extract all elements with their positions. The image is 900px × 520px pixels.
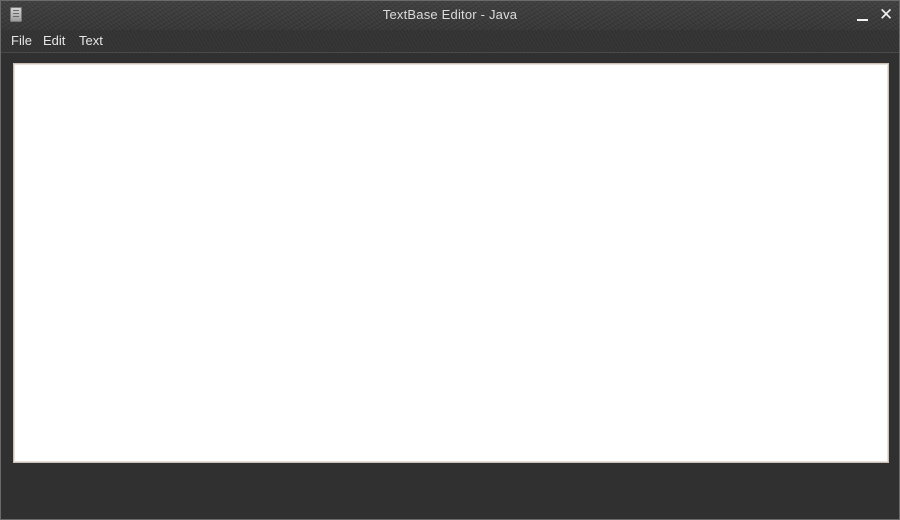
title-bar[interactable]: TextBase Editor - Java ✕ [1, 1, 899, 30]
window-title: TextBase Editor - Java [382, 7, 518, 22]
menu-edit[interactable]: Edit [43, 33, 65, 48]
text-editor-area[interactable] [16, 66, 886, 460]
menu-text[interactable]: Text [79, 33, 103, 48]
menu-file[interactable]: File [11, 33, 32, 48]
close-icon: ✕ [879, 5, 894, 25]
minimize-button[interactable] [852, 5, 872, 25]
close-button[interactable]: ✕ [876, 5, 896, 25]
menu-bar: File Edit Text [1, 30, 899, 53]
minimize-icon [857, 19, 868, 21]
editor-frame [13, 63, 889, 463]
application-window: TextBase Editor - Java ✕ File Edit Text [0, 0, 900, 520]
